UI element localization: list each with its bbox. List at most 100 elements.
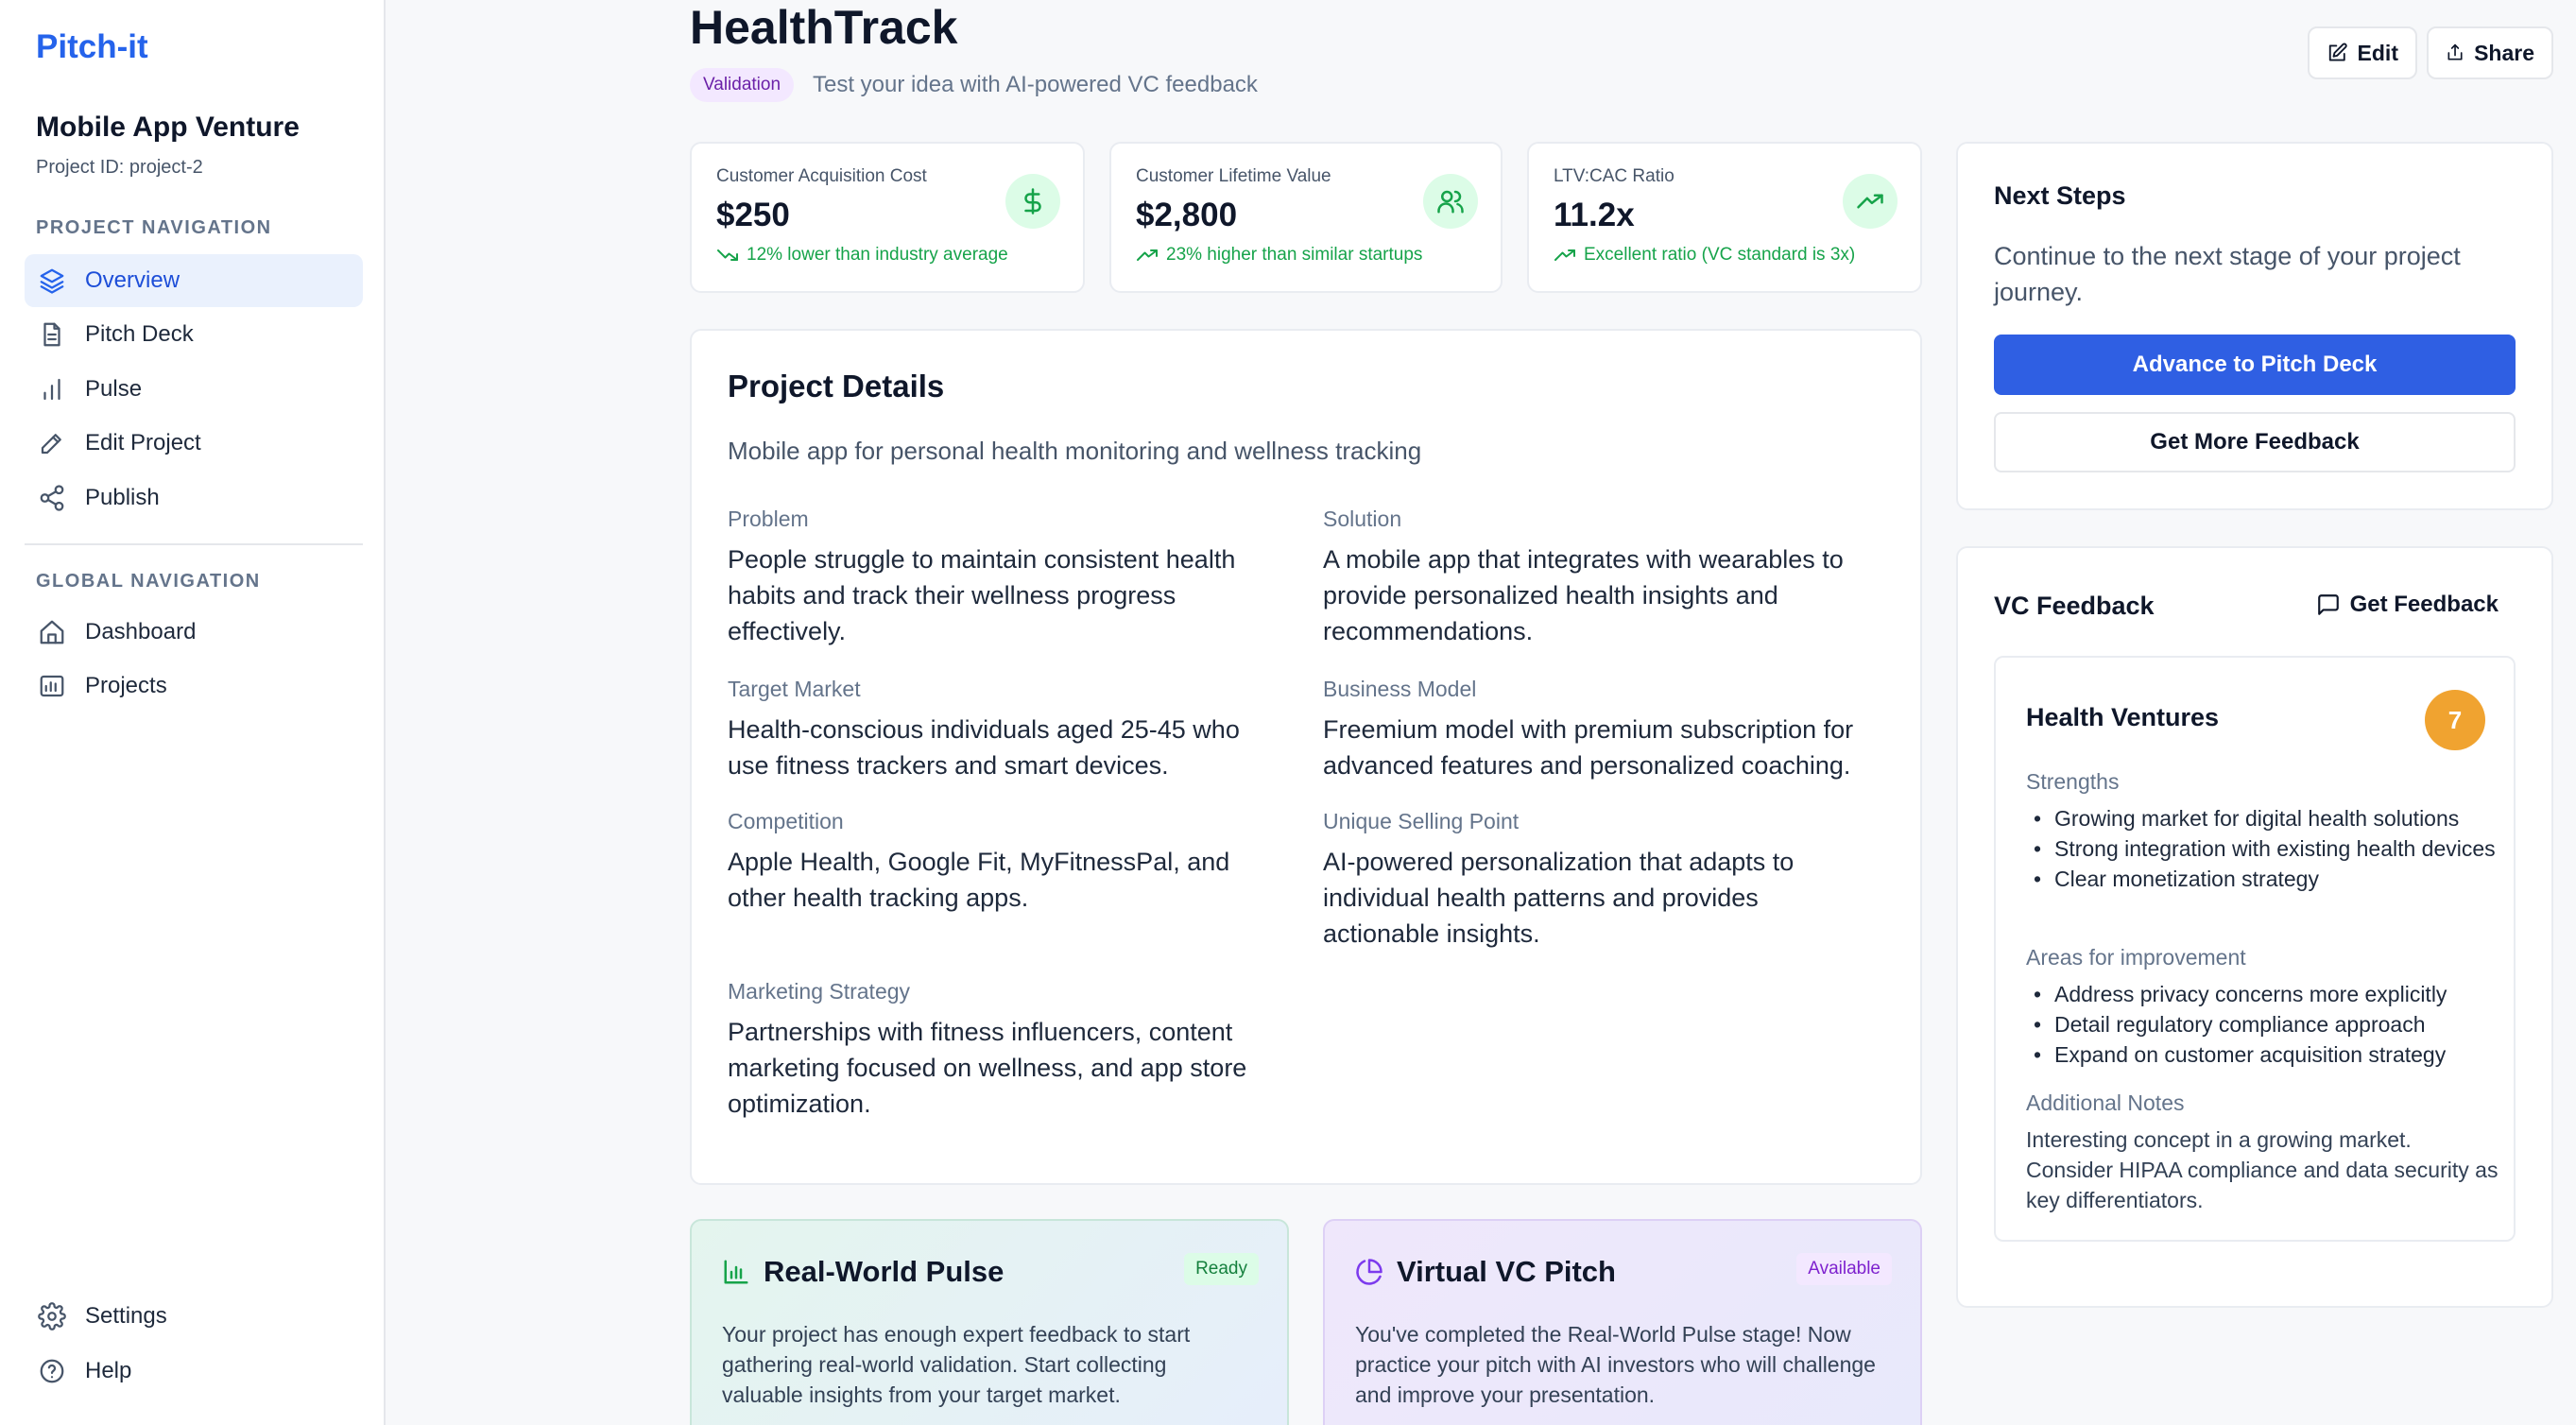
sidebar-item-pulse[interactable]: Pulse	[25, 363, 363, 416]
field-value: Partnerships with fitness influencers, c…	[728, 1018, 1247, 1118]
trending-up-icon	[1137, 249, 1158, 261]
get-feedback-button[interactable]: Get Feedback	[2316, 592, 2499, 618]
bar-chart-icon	[724, 1260, 748, 1284]
status-badge: Ready	[1184, 1253, 1259, 1285]
notes-text: Interesting concept in a growing market.…	[2026, 1127, 2499, 1212]
stage-card-description: You've completed the Real-World Pulse st…	[1355, 1322, 1876, 1407]
edit-label: Edit	[2357, 40, 2398, 65]
metric-label: LTV:CAC Ratio	[1554, 166, 1674, 186]
project-name: Mobile App Venture	[36, 112, 300, 143]
sidebar-item-label: Pulse	[85, 376, 143, 402]
layers-icon	[36, 265, 68, 297]
field-business-model: Business Model Freemium model with premi…	[1323, 677, 1871, 783]
project-details-card: Project Details Mobile app for personal …	[690, 329, 1922, 1185]
field-value: Freemium model with premium subscription…	[1323, 715, 1854, 780]
stage-card-description: Your project has enough expert feedback …	[722, 1322, 1191, 1407]
sidebar: Pitch-it Mobile App Venture Project ID: …	[0, 0, 386, 1425]
list-item: Detail regulatory compliance approach	[2026, 1009, 2499, 1039]
stage-card-pulse[interactable]: Real-World Pulse Ready Your project has …	[690, 1219, 1289, 1425]
list-item: Clear monetization strategy	[2026, 864, 2499, 894]
pie-chart-icon	[1356, 1259, 1382, 1285]
sidebar-item-help[interactable]: Help	[25, 1345, 363, 1398]
share-label: Share	[2474, 40, 2534, 65]
stage-card-title: Real-World Pulse	[722, 1255, 1004, 1289]
project-nav-title: PROJECT NAVIGATION	[36, 217, 272, 238]
sidebar-item-settings[interactable]: Settings	[25, 1290, 363, 1343]
notes-title: Additional Notes	[2026, 1090, 2185, 1115]
sidebar-item-overview[interactable]: Overview	[25, 254, 363, 307]
sidebar-item-label: Publish	[85, 485, 160, 510]
vc-feedback-card: VC Feedback Get Feedback Health Ventures…	[1956, 546, 2553, 1308]
field-marketing-strategy: Marketing Strategy Partnerships with fit…	[728, 979, 1276, 1122]
sidebar-item-pitch-deck[interactable]: Pitch Deck	[25, 308, 363, 361]
sidebar-item-label: Projects	[85, 673, 167, 698]
stage-card-vc-pitch[interactable]: Virtual VC Pitch Available You've comple…	[1323, 1219, 1922, 1425]
stage-card-title-text: Real-World Pulse	[764, 1255, 1005, 1288]
vc-feedback-title: VC Feedback	[1994, 592, 2155, 620]
message-square-icon	[2317, 594, 2339, 615]
trending-up-icon	[1843, 174, 1898, 229]
metric-label: Customer Lifetime Value	[1136, 166, 1331, 186]
field-label: Marketing Strategy	[728, 979, 911, 1004]
strengths-title: Strengths	[2026, 769, 2120, 794]
metric-note-text: 23% higher than similar startups	[1166, 245, 1423, 265]
sidebar-item-label: Overview	[85, 267, 180, 293]
metric-value: $250	[716, 197, 790, 233]
sidebar-item-projects[interactable]: Projects	[25, 660, 363, 712]
advance-to-pitch-deck-button[interactable]: Advance to Pitch Deck	[1994, 335, 2516, 395]
edit-icon	[2328, 43, 2347, 61]
field-label: Problem	[728, 506, 809, 531]
sidebar-item-dashboard[interactable]: Dashboard	[25, 606, 363, 659]
sidebar-item-publish[interactable]: Publish	[25, 472, 363, 524]
page-subtitle: Test your idea with AI-powered VC feedba…	[813, 72, 1258, 97]
field-label: Unique Selling Point	[1323, 809, 1520, 833]
stage-card-title-text: Virtual VC Pitch	[1397, 1255, 1616, 1288]
share-icon	[2447, 43, 2463, 60]
status-badge: Available	[1796, 1253, 1892, 1285]
field-unique-selling-point: Unique Selling Point AI-powered personal…	[1323, 809, 1871, 952]
stage-badge: Validation	[690, 68, 795, 102]
metric-note-text: Excellent ratio (VC standard is 3x)	[1584, 245, 1856, 265]
metric-value: $2,800	[1136, 197, 1238, 233]
sidebar-item-edit-project[interactable]: Edit Project	[25, 417, 363, 470]
metric-note-text: 12% lower than industry average	[747, 245, 1008, 265]
metric-note: 23% higher than similar startups	[1136, 244, 1422, 266]
investor-name: Health Ventures	[2026, 703, 2220, 731]
metric-card-ltv: Customer Lifetime Value $2,800 23% highe…	[1109, 142, 1503, 293]
field-label: Target Market	[728, 677, 861, 701]
bar-chart-icon	[36, 373, 68, 405]
project-description: Mobile app for personal health monitorin…	[728, 437, 1422, 465]
field-target-market: Target Market Health-conscious individua…	[728, 677, 1276, 783]
get-more-feedback-button[interactable]: Get More Feedback	[1994, 412, 2516, 472]
field-label: Solution	[1323, 506, 1402, 531]
score-badge: 7	[2425, 690, 2485, 750]
get-feedback-label: Get Feedback	[2349, 592, 2499, 617]
gear-icon	[36, 1300, 68, 1332]
share-nodes-icon	[36, 482, 68, 514]
field-problem: Problem People struggle to maintain cons…	[728, 506, 1276, 649]
global-nav-title: GLOBAL NAVIGATION	[36, 571, 261, 592]
list-item: Growing market for digital health soluti…	[2026, 803, 2499, 833]
share-button[interactable]: Share	[2427, 26, 2553, 79]
field-label: Business Model	[1323, 677, 1477, 701]
sidebar-item-label: Edit Project	[85, 430, 201, 455]
brand-logo[interactable]: Pitch-it	[36, 28, 148, 66]
pen-icon	[36, 427, 68, 459]
dollar-icon	[1005, 174, 1060, 229]
field-value: A mobile app that integrates with wearab…	[1323, 545, 1844, 645]
edit-button[interactable]: Edit	[2308, 26, 2417, 79]
field-solution: Solution A mobile app that integrates wi…	[1323, 506, 1871, 649]
improvements-title: Areas for improvement	[2026, 945, 2246, 970]
metric-label: Customer Acquisition Cost	[716, 166, 927, 186]
sidebar-item-label: Help	[85, 1358, 132, 1383]
field-competition: Competition Apple Health, Google Fit, My…	[728, 809, 1276, 916]
page-title: HealthTrack	[690, 1, 958, 54]
next-steps-card: Next Steps Continue to the next stage of…	[1956, 142, 2553, 510]
metric-note: Excellent ratio (VC standard is 3x)	[1554, 244, 1855, 266]
list-item: Expand on customer acquisition strategy	[2026, 1039, 2499, 1070]
field-value: AI-powered personalization that adapts t…	[1323, 848, 1795, 948]
metric-card-cac: Customer Acquisition Cost $250 12% lower…	[690, 142, 1085, 293]
help-circle-icon	[36, 1355, 68, 1387]
metric-note: 12% lower than industry average	[716, 244, 1008, 266]
sidebar-item-label: Pitch Deck	[85, 321, 194, 347]
